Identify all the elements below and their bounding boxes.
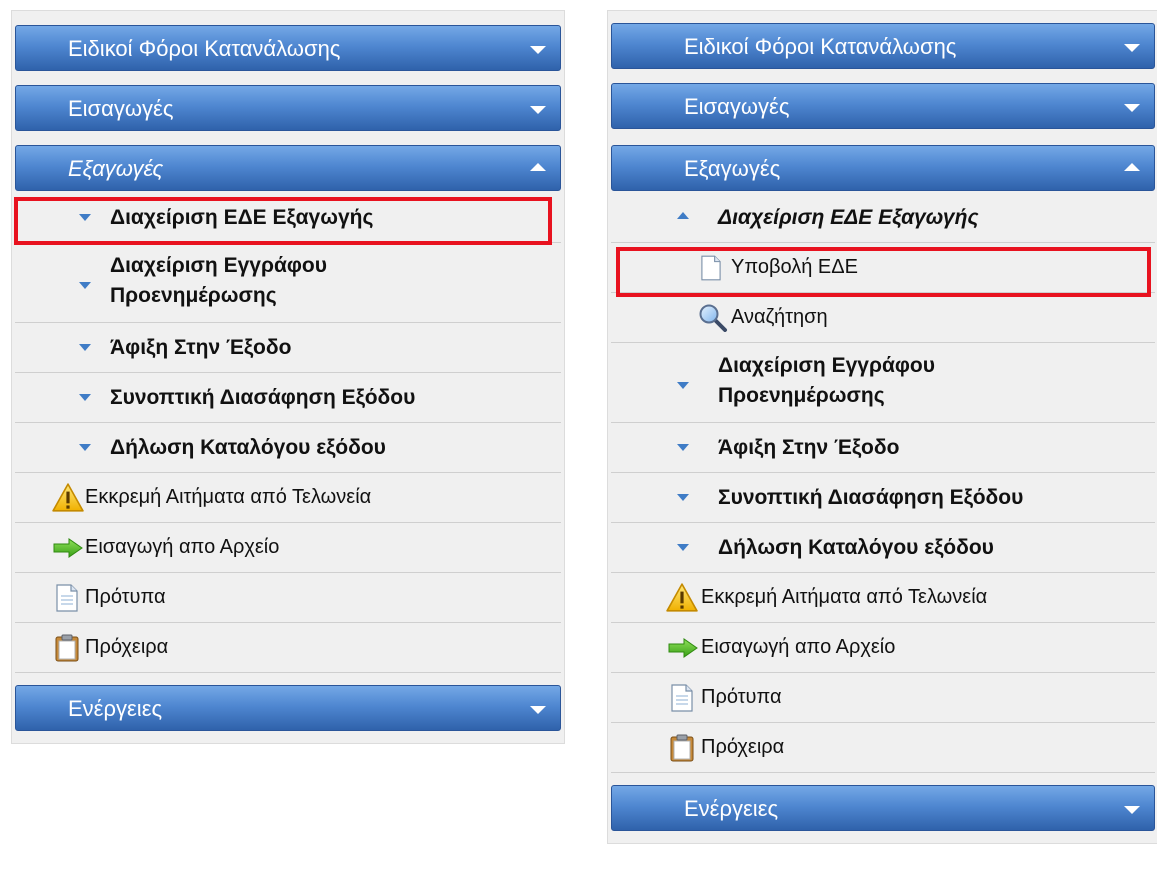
- menu-item-label: Συνοπτική Διασάφηση Εξόδου: [110, 386, 416, 409]
- menu-item-label: Εκκρεμή Αιτήματα από Τελωνεία: [701, 586, 988, 608]
- expand-arrow-icon: [79, 282, 91, 289]
- menu-item-label: Δήλωση Καταλόγου εξόδου: [110, 436, 386, 459]
- menu-item-manage-document[interactable]: Διαχείριση Εγγράφου Προενημέρωσης: [611, 343, 1155, 423]
- menu-item-label: Διαχείριση ΕΔΕ Εξαγωγής: [718, 206, 979, 229]
- menu-item-import-file[interactable]: Εισαγωγή απο Αρχείο: [15, 523, 561, 573]
- menu-item-summary-declaration[interactable]: Συνοπτική Διασάφηση Εξόδου: [611, 473, 1155, 523]
- menu-item-pending-requests[interactable]: Εκκρεμή Αιτήματα από Τελωνεία: [15, 473, 561, 523]
- menu-item-pending-requests[interactable]: Εκκρεμή Αιτήματα από Τελωνεία: [611, 573, 1155, 623]
- expand-icon: [530, 706, 546, 714]
- actions-section-header[interactable]: Ενέργειες: [611, 785, 1155, 831]
- expand-icon: [1124, 104, 1140, 112]
- expand-arrow-icon: [79, 444, 91, 451]
- exports-section-label: Εξαγωγές: [684, 156, 781, 181]
- green-arrow-icon: [668, 638, 698, 658]
- menu-item-label-line1: Διαχείριση Εγγράφου: [718, 354, 935, 377]
- menu-item-catalog-declaration[interactable]: Δήλωση Καταλόγου εξόδου: [15, 423, 561, 473]
- menu-item-arrival[interactable]: Άφιξη Στην Έξοδο: [611, 423, 1155, 473]
- warning-icon: [52, 483, 84, 513]
- highlight-box: [616, 247, 1151, 297]
- collapse-icon: [530, 163, 546, 171]
- actions-section-label: Ενέργειες: [684, 796, 779, 821]
- imports-section-label: Εισαγωγές: [684, 94, 790, 119]
- menu-item-label-line1: Διαχείριση Εγγράφου: [110, 254, 327, 277]
- expand-arrow-icon: [677, 382, 689, 389]
- document-icon: [56, 584, 78, 612]
- menu-item-manage-ede[interactable]: Διαχείριση ΕΔΕ Εξαγωγής: [611, 193, 1155, 243]
- menu-item-manage-document[interactable]: Διαχείριση Εγγράφου Προενημέρωσης: [15, 243, 561, 323]
- menu-item-label: Συνοπτική Διασάφηση Εξόδου: [718, 486, 1024, 509]
- menu-item-label: Εισαγωγή απο Αρχείο: [85, 536, 280, 558]
- exports-section-header[interactable]: Εξαγωγές: [611, 145, 1155, 191]
- submenu-item-label: Αναζήτηση: [731, 306, 828, 328]
- menu-item-label: Δήλωση Καταλόγου εξόδου: [718, 536, 994, 559]
- expand-icon: [530, 106, 546, 114]
- menu-item-label: Άφιξη Στην Έξοδο: [110, 336, 292, 359]
- imports-section-header[interactable]: Εισαγωγές: [15, 85, 561, 131]
- menu-item-templates[interactable]: Πρότυπα: [611, 673, 1155, 723]
- expand-icon: [1124, 806, 1140, 814]
- exports-section-header[interactable]: Εξαγωγές: [15, 145, 561, 191]
- menu-item-catalog-declaration[interactable]: Δήλωση Καταλόγου εξόδου: [611, 523, 1155, 573]
- clipboard-icon: [670, 734, 694, 762]
- actions-section-label: Ενέργειες: [68, 696, 163, 721]
- submenu-item-search[interactable]: Αναζήτηση: [611, 293, 1155, 343]
- actions-section-header[interactable]: Ενέργειες: [15, 685, 561, 731]
- menu-item-label-line2: Προενημέρωσης: [718, 384, 885, 407]
- expand-arrow-icon: [677, 494, 689, 501]
- menu-item-arrival[interactable]: Άφιξη Στην Έξοδο: [15, 323, 561, 373]
- menu-item-summary-declaration[interactable]: Συνοπτική Διασάφηση Εξόδου: [15, 373, 561, 423]
- collapse-arrow-icon: [677, 212, 689, 219]
- menu-item-templates[interactable]: Πρότυπα: [15, 573, 561, 623]
- expand-icon: [530, 46, 546, 54]
- excise-section-label: Ειδικοί Φόροι Κατανάλωσης: [684, 34, 957, 59]
- warning-icon: [666, 583, 698, 613]
- imports-section-label: Εισαγωγές: [68, 96, 174, 121]
- menu-item-label-line2: Προενημέρωσης: [110, 284, 277, 307]
- menu-item-label: Άφιξη Στην Έξοδο: [718, 436, 900, 459]
- excise-section-header[interactable]: Ειδικοί Φόροι Κατανάλωσης: [15, 25, 561, 71]
- expand-icon: [1124, 44, 1140, 52]
- exports-section-label: Εξαγωγές: [68, 156, 164, 181]
- clipboard-icon: [55, 634, 79, 662]
- magnifier-icon: [698, 304, 728, 332]
- excise-section-header[interactable]: Ειδικοί Φόροι Κατανάλωσης: [611, 23, 1155, 69]
- document-icon: [671, 684, 693, 712]
- menu-item-drafts[interactable]: Πρόχειρα: [611, 723, 1155, 773]
- expand-arrow-icon: [677, 444, 689, 451]
- collapse-icon: [1124, 163, 1140, 171]
- imports-section-header[interactable]: Εισαγωγές: [611, 83, 1155, 129]
- right-navigation-panel: Ειδικοί Φόροι Κατανάλωσης Εισαγωγές Εξαγ…: [607, 10, 1157, 844]
- menu-item-import-file[interactable]: Εισαγωγή απο Αρχείο: [611, 623, 1155, 673]
- menu-item-label: Πρότυπα: [701, 686, 782, 708]
- menu-item-label: Πρόχειρα: [701, 736, 785, 758]
- highlight-box: [14, 197, 552, 245]
- menu-item-label: Πρόχειρα: [85, 636, 169, 658]
- expand-arrow-icon: [79, 344, 91, 351]
- left-navigation-panel: Ειδικοί Φόροι Κατανάλωσης Εισαγωγές Εξαγ…: [11, 10, 565, 744]
- green-arrow-icon: [53, 538, 83, 558]
- excise-section-label: Ειδικοί Φόροι Κατανάλωσης: [68, 36, 341, 61]
- expand-arrow-icon: [79, 394, 91, 401]
- menu-item-drafts[interactable]: Πρόχειρα: [15, 623, 561, 673]
- menu-item-label: Εισαγωγή απο Αρχείο: [701, 636, 896, 658]
- menu-item-label: Εκκρεμή Αιτήματα από Τελωνεία: [85, 486, 372, 508]
- menu-item-label: Πρότυπα: [85, 586, 166, 608]
- expand-arrow-icon: [677, 544, 689, 551]
